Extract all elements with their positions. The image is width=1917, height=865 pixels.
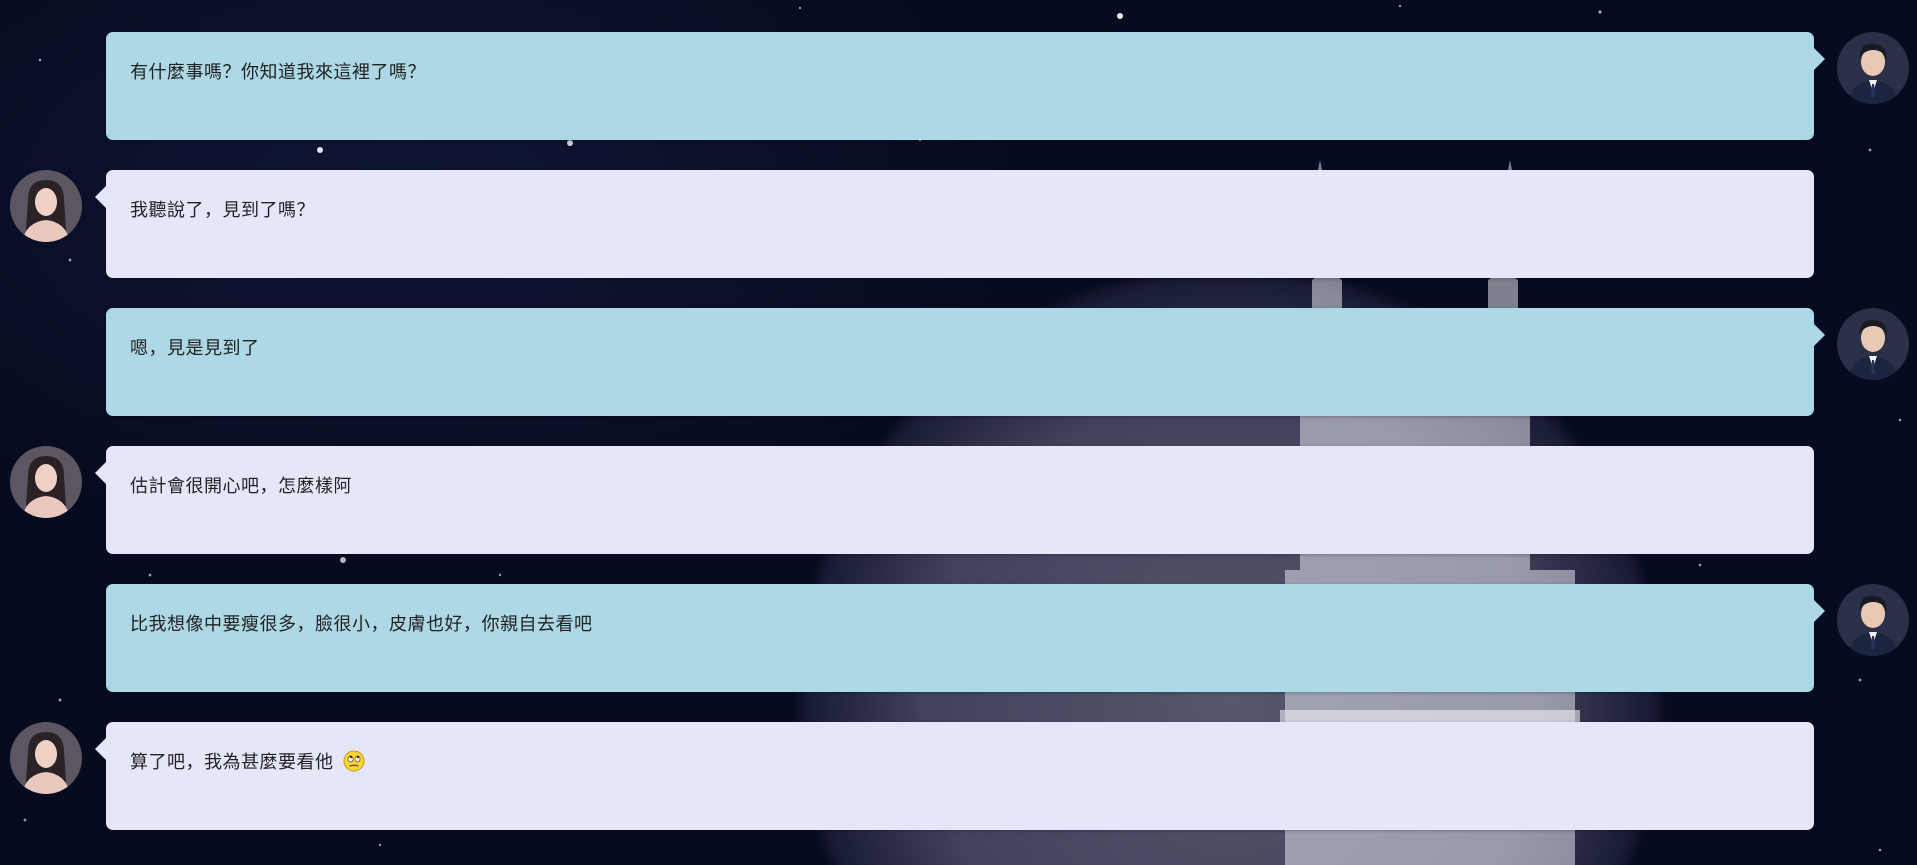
male-avatar[interactable] [1837, 584, 1909, 656]
message-text: 估計會很開心吧，怎麼樣阿 [130, 476, 352, 497]
chat-message-row: 估計會很開心吧，怎麼樣阿 [0, 446, 1917, 554]
message-text: 嗯，見是見到了 [130, 338, 260, 359]
chat-thread: 有什麼事嗎？你知道我來這裡了嗎？ 我聽說了，見到了嗎？ 嗯，見是見到了 估計會很… [0, 0, 1917, 865]
male-avatar[interactable] [1837, 32, 1909, 104]
chat-message-row: 有什麼事嗎？你知道我來這裡了嗎？ [0, 32, 1917, 140]
female-avatar[interactable] [10, 722, 82, 794]
female-avatar[interactable] [10, 170, 82, 242]
eye-roll-emoji-icon [343, 750, 365, 777]
message-bubble-received: 我聽說了，見到了嗎？ [95, 170, 1814, 278]
message-bubble-received: 估計會很開心吧，怎麼樣阿 [95, 446, 1814, 554]
chat-message-row: 嗯，見是見到了 [0, 308, 1917, 416]
message-bubble-sent: 有什麼事嗎？你知道我來這裡了嗎？ [106, 32, 1825, 140]
message-text: 我聽說了，見到了嗎？ [130, 200, 315, 221]
message-bubble-sent: 比我想像中要瘦很多，臉很小，皮膚也好，你親自去看吧 [106, 584, 1825, 692]
message-bubble-received: 算了吧，我為甚麼要看他 [95, 722, 1814, 830]
message-bubble-sent: 嗯，見是見到了 [106, 308, 1825, 416]
message-text: 算了吧，我為甚麼要看他 [130, 752, 334, 773]
female-avatar[interactable] [10, 446, 82, 518]
message-text: 有什麼事嗎？你知道我來這裡了嗎？ [130, 62, 426, 83]
male-avatar[interactable] [1837, 308, 1909, 380]
chat-message-row: 算了吧，我為甚麼要看他 [0, 722, 1917, 830]
chat-message-row: 比我想像中要瘦很多，臉很小，皮膚也好，你親自去看吧 [0, 584, 1917, 692]
message-text: 比我想像中要瘦很多，臉很小，皮膚也好，你親自去看吧 [130, 614, 593, 635]
chat-message-row: 我聽說了，見到了嗎？ [0, 170, 1917, 278]
